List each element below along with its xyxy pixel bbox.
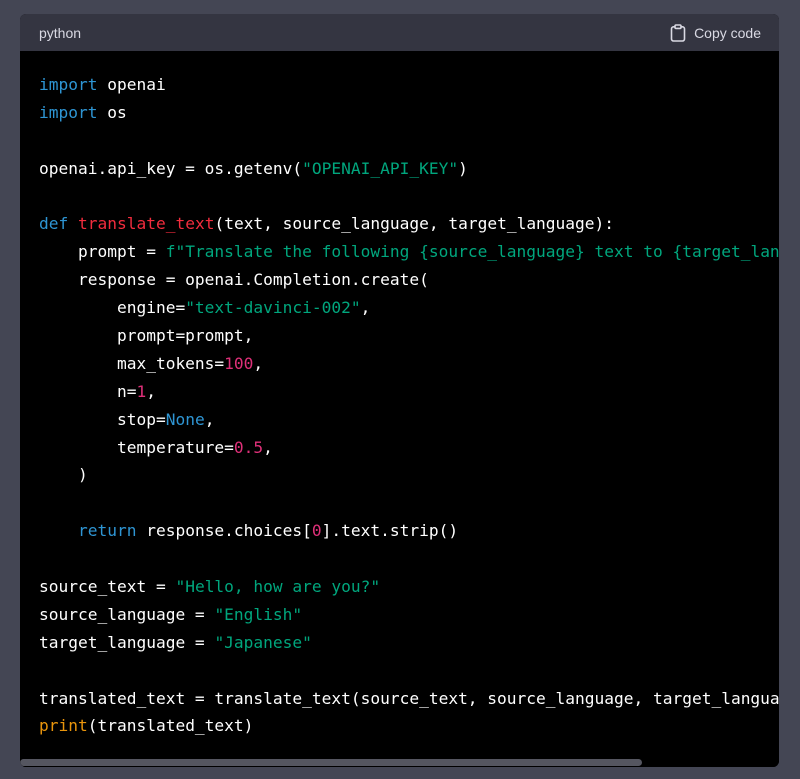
code-token: response.choices[ [136,521,312,541]
code-token: temperature= [39,437,234,457]
code-line: stop=None, [39,406,779,434]
code-token: ) [458,158,468,178]
code-token: response = openai.Completion.create( [39,270,429,290]
code-block-header: python Copy code [20,14,779,51]
code-line: return response.choices[0].text.strip() [39,517,779,545]
code-token: , [204,409,215,429]
code-line: prompt = f"Translate the following {sour… [39,238,779,266]
language-label: python [39,24,82,41]
code-token: import [39,75,98,94]
code-token: translated_text = translate_text(source_… [39,688,779,708]
code-token: import [39,102,98,122]
code-content: import openai import os openai.api_key = … [20,51,779,740]
code-token: "OPENAI_API_KEY" [302,158,459,178]
code-line: print(translated_text) [39,712,779,740]
code-token: "Hello, how are you?" [175,577,381,597]
code-line: temperature=0.5, [39,434,779,462]
copy-code-button[interactable]: Copy code [670,23,761,42]
code-token: n= [39,381,137,401]
horizontal-scrollbar[interactable] [20,758,779,767]
code-token: engine= [39,298,186,318]
code-token: return [77,521,137,541]
scrollbar-thumb[interactable] [20,759,642,766]
code-line: engine="text-davinci-002", [39,294,779,322]
code-token: prompt=prompt, [39,326,254,346]
code-token: target_language = [39,632,215,652]
code-token: "English" [214,604,303,624]
code-token: 0 [311,521,322,541]
code-token: 100 [224,353,254,373]
code-token: 1 [136,381,147,401]
code-token: stop= [39,409,166,429]
code-token: source_text = [39,577,176,597]
code-line: prompt=prompt, [39,322,779,350]
code-token: , [253,353,264,373]
code-token: openai.api_key = os.getenv( [39,158,303,178]
code-token: (translated_text) [87,716,254,736]
code-token: "text-davinci-002" [185,298,361,318]
code-token: openai [97,75,166,94]
code-token: "Japanese" [214,632,312,652]
code-line: ) [39,461,779,489]
copy-code-label: Copy code [694,24,761,41]
code-line: max_tokens=100, [39,350,779,378]
code-line: translated_text = translate_text(source_… [39,685,779,713]
clipboard-icon [670,23,686,42]
code-token: translate_text [78,214,215,234]
code-token: , [360,298,371,318]
code-line: import openai [39,71,779,99]
code-line: openai.api_key = os.getenv("OPENAI_API_K… [39,155,779,183]
code-token: None [165,409,205,429]
code-line: source_language = "English" [39,601,779,629]
code-line: target_language = "Japanese" [39,629,779,657]
code-token: f"Translate the following {source_langua… [165,242,779,262]
code-token: print [39,716,88,736]
code-line: response = openai.Completion.create( [39,266,779,294]
code-token: prompt = [39,242,166,262]
code-block: python Copy code import openai import os … [20,14,779,767]
code-token: , [146,381,156,401]
code-token: ].text.strip() [321,521,459,541]
code-token: def [39,214,69,234]
code-line: source_text = "Hello, how are you?" [39,573,779,601]
code-token: ) [39,465,88,485]
code-line: import os [39,99,779,127]
code-token: , [263,437,273,457]
code-line: def translate_text(text, source_language… [39,210,779,238]
code-token: source_language = [39,604,215,624]
code-token: 0.5 [233,437,264,457]
code-token: os [97,102,127,122]
code-line: n=1, [39,378,779,406]
code-token: max_tokens= [39,353,225,373]
code-token: (text, source_language, target_language)… [214,214,615,234]
code-area[interactable]: import openai import os openai.api_key = … [20,51,779,767]
